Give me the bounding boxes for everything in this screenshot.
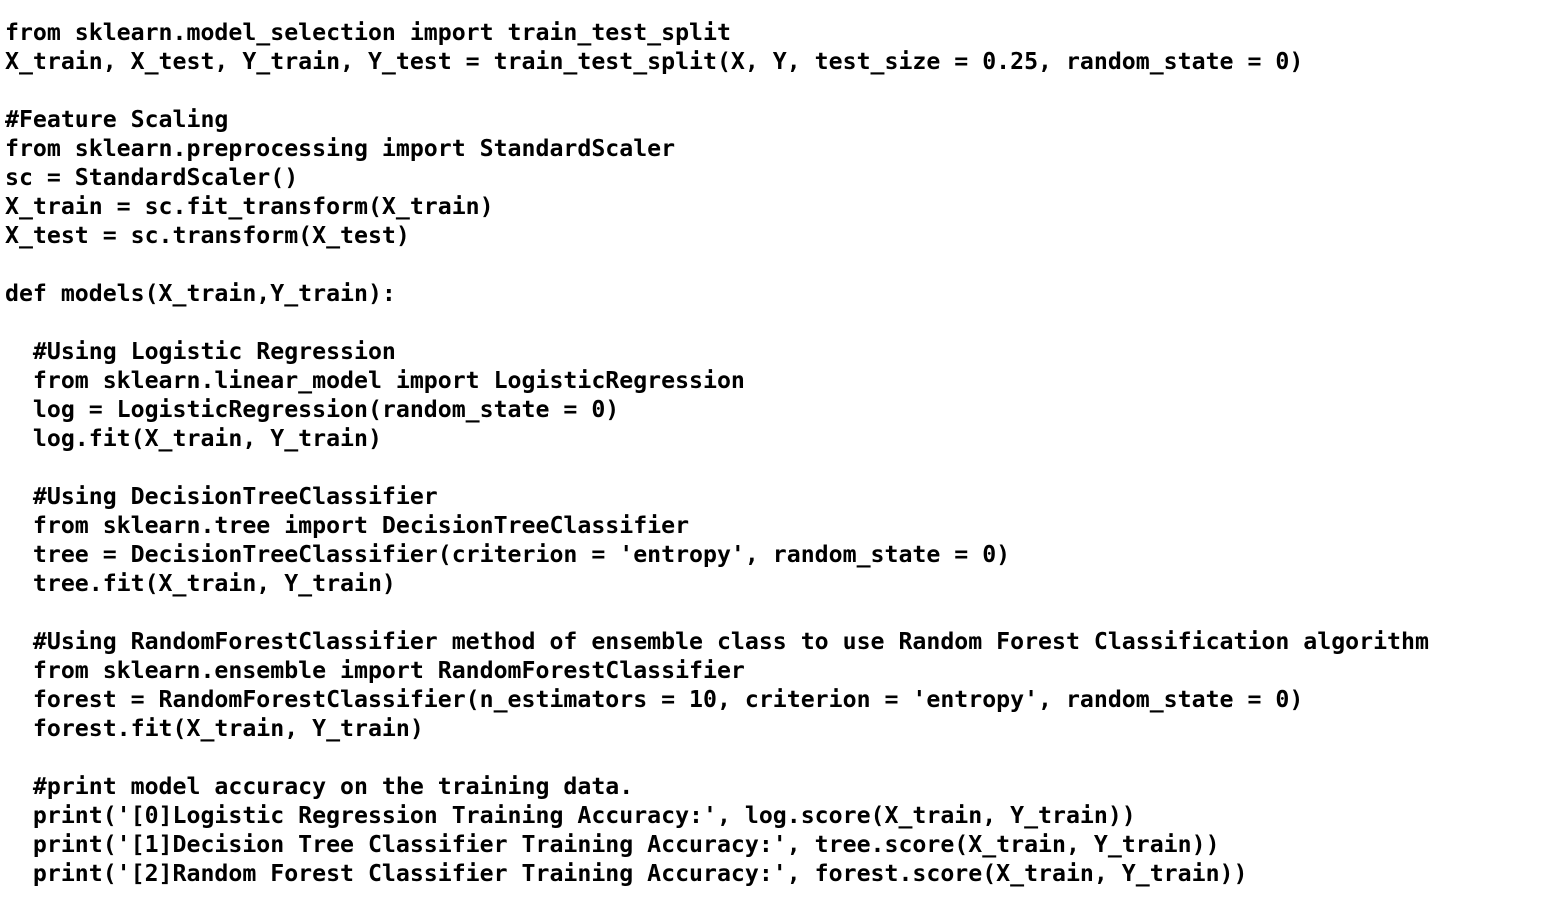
code-line: tree.fit(X_train, Y_train) xyxy=(5,570,396,597)
code-block: from sklearn.model_selection import trai… xyxy=(5,18,1560,888)
code-line: forest.fit(X_train, Y_train) xyxy=(5,715,424,742)
code-line: X_train, X_test, Y_train, Y_test = train… xyxy=(5,48,1304,75)
code-line: sc = StandardScaler() xyxy=(5,164,299,191)
code-line: tree = DecisionTreeClassifier(criterion … xyxy=(5,541,1011,568)
code-line: X_train = sc.fit_transform(X_train) xyxy=(5,193,494,220)
code-line: #Using DecisionTreeClassifier xyxy=(5,483,438,510)
code-line: #Using RandomForestClassifier method of … xyxy=(5,628,1429,655)
code-line: forest = RandomForestClassifier(n_estima… xyxy=(5,686,1304,713)
code-line: #print model accuracy on the training da… xyxy=(5,773,634,800)
code-line: print('[0]Logistic Regression Training A… xyxy=(5,802,1136,829)
code-line: from sklearn.model_selection import trai… xyxy=(5,19,731,46)
code-line: print('[2]Random Forest Classifier Train… xyxy=(5,860,1248,887)
code-line: def models(X_train,Y_train): xyxy=(5,280,396,307)
code-line: log.fit(X_train, Y_train) xyxy=(5,425,382,452)
code-line: from sklearn.linear_model import Logisti… xyxy=(5,367,745,394)
code-line: log = LogisticRegression(random_state = … xyxy=(5,396,620,423)
code-line: from sklearn.tree import DecisionTreeCla… xyxy=(5,512,690,539)
code-line: print('[1]Decision Tree Classifier Train… xyxy=(5,831,1220,858)
code-line: from sklearn.ensemble import RandomFores… xyxy=(5,657,745,684)
code-line: X_test = sc.transform(X_test) xyxy=(5,222,410,249)
code-line: from sklearn.preprocessing import Standa… xyxy=(5,135,676,162)
code-line: #Using Logistic Regression xyxy=(5,338,396,365)
code-line: #Feature Scaling xyxy=(5,106,229,133)
